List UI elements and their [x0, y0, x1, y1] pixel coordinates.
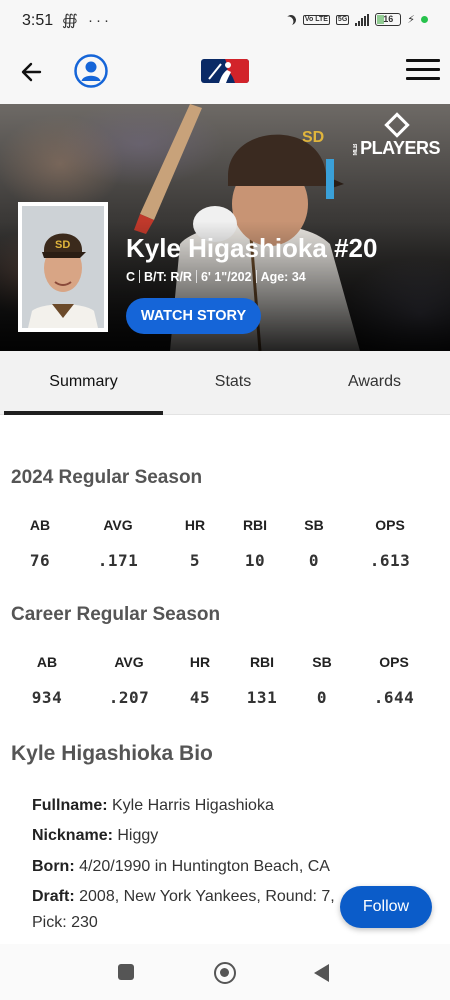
player-headshot: SD — [18, 202, 108, 332]
bio-draft: Draft: 2008, New York Yankees, Round: 7, — [32, 888, 335, 906]
menu-line — [406, 68, 440, 71]
bio-nickname: Nickname: Higgy — [32, 827, 158, 845]
bio-title: Kyle Higashioka Bio — [11, 742, 213, 765]
do-not-disturb-icon — [283, 11, 299, 27]
network-type-icon: 5G — [335, 14, 350, 25]
stat-value-avg: .171 — [97, 551, 139, 570]
user-circle-icon — [74, 54, 108, 88]
bio-value: Pick: 230 — [32, 914, 98, 931]
stat-header-sb: SB — [304, 517, 324, 533]
stat-value-ops: .644 — [373, 688, 415, 707]
player-position: C — [126, 270, 136, 284]
stat-header-avg: AVG — [114, 654, 144, 670]
privacy-indicator-icon — [421, 16, 428, 23]
player-meta: C B/T: R/R 6' 1"/202 Age: 34 — [126, 270, 306, 284]
bio-value: 4/20/1990 in Huntington Beach, CA — [74, 858, 330, 875]
player-bats-throws: B/T: R/R — [144, 270, 192, 284]
recent-apps-icon[interactable] — [118, 964, 134, 980]
status-right-icons: Vo LTE 5G 16 ⚡ — [285, 13, 428, 26]
system-nav-bar — [0, 944, 450, 1000]
arrow-left-icon — [21, 62, 42, 82]
status-bar: 3:51 ∰ ··· Vo LTE 5G 16 ⚡ — [0, 0, 450, 42]
players-brand-small: MLB — [353, 143, 360, 156]
stat-header-ab: AB — [36, 654, 58, 670]
stat-value-rbi: 10 — [244, 551, 266, 570]
tab-stats[interactable]: Stats — [163, 351, 303, 415]
stat-value-sb: 0 — [316, 688, 328, 707]
bio-value: Kyle Harris Higashioka — [107, 797, 274, 814]
players-diamond-icon — [383, 112, 410, 138]
mlb-logo-icon — [201, 59, 249, 83]
battery-icon: 16 — [375, 13, 402, 26]
player-name: Kyle Higashioka #20 — [126, 233, 378, 263]
meta-divider — [139, 270, 141, 283]
battery-level: 16 — [383, 14, 394, 24]
stat-value-ab: 934 — [31, 688, 63, 707]
stat-value-ops: .613 — [369, 551, 411, 570]
charging-icon: ⚡ — [407, 14, 415, 26]
stat-header-ops: OPS — [375, 517, 405, 533]
svg-text:SD: SD — [302, 129, 324, 146]
meta-divider — [195, 270, 197, 283]
career-stats-values: 934 .207 45 131 0 .644 — [0, 688, 450, 712]
season-stats-title: 2024 Regular Season — [11, 467, 203, 488]
home-icon[interactable] — [214, 962, 236, 984]
stat-value-hr: 45 — [189, 688, 211, 707]
stat-header-hr: HR — [184, 517, 206, 533]
mlb-logo[interactable] — [201, 59, 249, 83]
follow-button[interactable]: Follow — [340, 886, 432, 928]
profile-button[interactable] — [74, 54, 108, 88]
back-button[interactable] — [18, 58, 46, 86]
bio-born: Born: 4/20/1990 in Huntington Beach, CA — [32, 858, 330, 876]
active-tab-indicator — [4, 411, 163, 415]
stat-value-sb: 0 — [308, 551, 320, 570]
stat-value-ab: 76 — [29, 551, 51, 570]
watch-story-button[interactable]: WATCH STORY — [126, 298, 261, 334]
player-headshot-image: SD — [22, 206, 104, 328]
tab-awards[interactable]: Awards — [303, 351, 446, 415]
player-hero: SD MLBPLAYERS SD Kyle Higashioka #20 C B/… — [0, 104, 450, 351]
bio-value: Higgy — [112, 827, 159, 844]
stat-value-rbi: 131 — [246, 688, 278, 707]
back-triangle-icon[interactable] — [314, 964, 329, 982]
bio-draft-pick: Pick: 230 — [32, 914, 98, 932]
tab-summary[interactable]: Summary — [4, 351, 163, 415]
player-height-weight: 6' 1"/202 — [200, 270, 252, 284]
stat-header-hr: HR — [189, 654, 211, 670]
notification-icons: ∰ ··· — [62, 12, 113, 29]
stat-header-ab: AB — [29, 517, 51, 533]
stat-header-rbi: RBI — [249, 654, 275, 670]
mlb-players-logo: MLBPLAYERS — [353, 112, 440, 159]
svg-text:SD: SD — [55, 239, 70, 251]
player-tabs: Summary Stats Awards — [0, 351, 450, 415]
signal-icon — [355, 13, 370, 26]
stat-header-avg: AVG — [103, 517, 133, 533]
players-brand: PLAYERS — [360, 138, 440, 158]
stat-value-avg: .207 — [108, 688, 150, 707]
stat-header-sb: SB — [312, 654, 332, 670]
season-stats-headers: AB AVG HR RBI SB OPS — [0, 517, 450, 541]
season-stats-values: 76 .171 5 10 0 .613 — [0, 551, 450, 575]
stat-header-ops: OPS — [379, 654, 409, 670]
menu-line — [406, 59, 440, 62]
status-time: 3:51 — [22, 12, 54, 29]
meta-divider — [255, 270, 257, 283]
career-stats-headers: AB AVG HR RBI SB OPS — [0, 654, 450, 678]
career-stats-title: Career Regular Season — [11, 604, 221, 625]
bio-fullname: Fullname: Kyle Harris Higashioka — [32, 797, 274, 815]
app-header — [0, 42, 450, 104]
bio-label: Draft: — [32, 888, 75, 905]
bio-label: Nickname: — [32, 827, 113, 844]
stat-value-hr: 5 — [189, 551, 201, 570]
bio-value: 2008, New York Yankees, Round: 7, — [74, 888, 335, 905]
bio-label: Fullname: — [32, 797, 108, 814]
menu-button[interactable] — [406, 59, 440, 83]
volte-icon: Vo LTE — [302, 14, 330, 25]
bio-label: Born: — [32, 858, 75, 875]
stat-header-rbi: RBI — [242, 517, 268, 533]
player-age: Age: 34 — [260, 270, 306, 284]
menu-line — [406, 77, 440, 80]
